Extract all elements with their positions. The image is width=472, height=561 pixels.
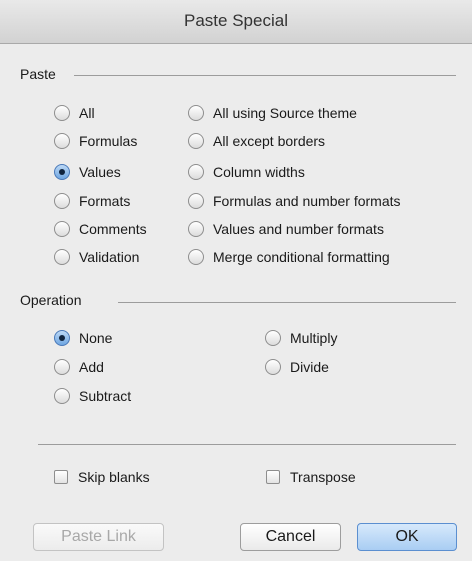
radio-label: Values [79, 164, 121, 180]
radio-operation-add[interactable]: Add [54, 357, 104, 377]
radio-paste-values-and-number-formats[interactable]: Values and number formats [188, 219, 384, 239]
checkbox-label: Skip blanks [78, 469, 150, 485]
radio-paste-all-using-source-theme[interactable]: All using Source theme [188, 103, 357, 123]
radio-label: All except borders [213, 133, 326, 149]
radio-label: Divide [290, 359, 329, 375]
radio-paste-formulas[interactable]: Formulas [54, 131, 137, 151]
paste-section-label: Paste [20, 66, 56, 82]
radio-button-icon[interactable] [54, 249, 70, 265]
checkbox-icon[interactable] [266, 470, 280, 484]
radio-label: Formats [79, 193, 131, 209]
radio-paste-comments[interactable]: Comments [54, 219, 147, 239]
radio-button-icon[interactable] [188, 221, 204, 237]
radio-operation-subtract[interactable]: Subtract [54, 386, 131, 406]
radio-operation-multiply[interactable]: Multiply [265, 328, 337, 348]
title-bar: Paste Special [0, 0, 472, 44]
paste-section-divider [74, 75, 456, 76]
radio-label: Formulas and number formats [213, 193, 401, 209]
radio-label: Subtract [79, 388, 132, 404]
checkbox-icon[interactable] [54, 470, 68, 484]
radio-paste-validation[interactable]: Validation [54, 247, 139, 267]
radio-button-icon[interactable] [188, 105, 204, 121]
radio-button-icon[interactable] [54, 388, 70, 404]
radio-label: Formulas [79, 133, 138, 149]
radio-button-icon[interactable] [265, 330, 281, 346]
radio-paste-formulas-and-number-formats[interactable]: Formulas and number formats [188, 191, 401, 211]
radio-operation-divide[interactable]: Divide [265, 357, 329, 377]
checkbox-label: Transpose [290, 469, 356, 485]
radio-label: Merge conditional formatting [213, 249, 390, 265]
radio-paste-all-except-borders[interactable]: All except borders [188, 131, 325, 151]
paste-link-button[interactable]: Paste Link [33, 523, 164, 551]
options-divider [38, 444, 456, 445]
cancel-button[interactable]: Cancel [240, 523, 341, 551]
radio-paste-formats[interactable]: Formats [54, 191, 130, 211]
radio-button-icon[interactable] [188, 164, 204, 180]
radio-operation-none[interactable]: None [54, 328, 112, 348]
radio-label: Validation [79, 249, 140, 265]
radio-button-icon[interactable] [54, 221, 70, 237]
radio-button-icon[interactable] [54, 133, 70, 149]
radio-label: Values and number formats [213, 221, 384, 237]
radio-paste-all[interactable]: All [54, 103, 95, 123]
radio-button-icon[interactable] [54, 193, 70, 209]
radio-label: Multiply [290, 330, 338, 346]
radio-label: All using Source theme [213, 105, 357, 121]
radio-button-selected-icon[interactable] [54, 330, 70, 346]
transpose-checkbox[interactable]: Transpose [266, 467, 356, 487]
radio-label: Add [79, 359, 104, 375]
radio-button-icon[interactable] [54, 359, 70, 375]
radio-label: None [79, 330, 113, 346]
ok-button[interactable]: OK [357, 523, 457, 551]
skip-blanks-checkbox[interactable]: Skip blanks [54, 467, 150, 487]
radio-button-icon[interactable] [265, 359, 281, 375]
radio-button-selected-icon[interactable] [54, 164, 70, 180]
radio-button-icon[interactable] [188, 249, 204, 265]
radio-paste-column-widths[interactable]: Column widths [188, 162, 305, 182]
radio-button-icon[interactable] [188, 193, 204, 209]
radio-button-icon[interactable] [188, 133, 204, 149]
radio-label: All [79, 105, 95, 121]
operation-section-label: Operation [20, 292, 82, 308]
radio-button-icon[interactable] [54, 105, 70, 121]
dialog-title: Paste Special [184, 11, 288, 30]
radio-paste-values[interactable]: Values [54, 162, 121, 182]
radio-label: Comments [79, 221, 147, 237]
operation-section-divider [118, 302, 456, 303]
radio-paste-merge-conditional-formatting[interactable]: Merge conditional formatting [188, 247, 390, 267]
radio-label: Column widths [213, 164, 305, 180]
